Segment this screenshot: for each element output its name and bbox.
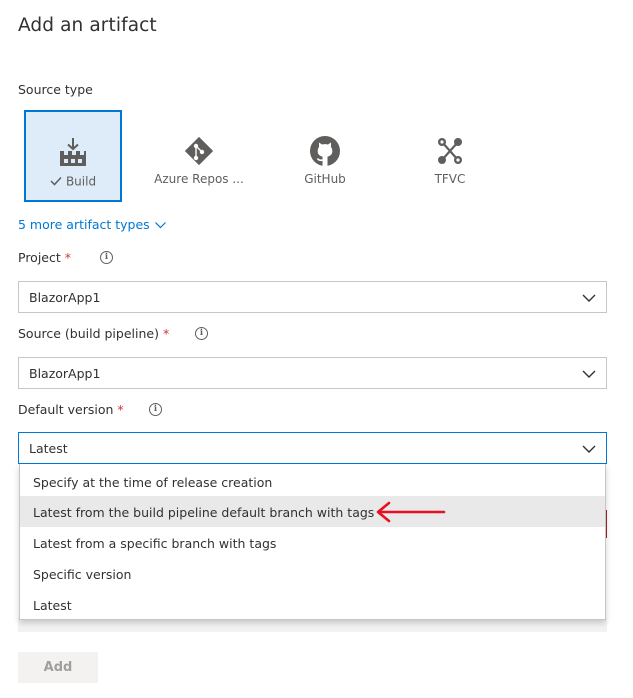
panel-title: Add an artifact — [18, 15, 157, 36]
tile-label-tfvc: TFVC — [434, 172, 466, 186]
required-marker: * — [162, 326, 170, 341]
dropdown-option-highlighted[interactable]: Latest from the build pipeline default b… — [20, 496, 605, 527]
dropdown-option[interactable]: Specify at the time of release creation — [20, 466, 605, 497]
more-artifact-types-label: 5 more artifact types — [18, 217, 150, 232]
info-icon[interactable]: i — [149, 403, 162, 416]
tfvc-icon — [401, 134, 499, 168]
dropdown-option[interactable]: Latest from a specific branch with tags — [20, 527, 605, 558]
source-type-label: Source type — [18, 82, 93, 97]
required-marker: * — [64, 250, 72, 265]
source-pipeline-label: Source (build pipeline) — [18, 326, 159, 341]
github-icon — [276, 134, 374, 168]
build-pipeline-icon — [26, 136, 120, 170]
tile-label-build: Build — [65, 174, 97, 189]
chevron-down-icon — [582, 367, 596, 382]
default-version-select[interactable]: Latest — [18, 432, 607, 464]
project-value: BlazorApp1 — [29, 290, 101, 305]
source-type-tile-github[interactable]: GitHub — [276, 110, 374, 202]
info-icon[interactable]: i — [100, 251, 113, 264]
source-pipeline-select[interactable]: BlazorApp1 — [18, 357, 607, 389]
add-button[interactable]: Add — [18, 652, 98, 683]
source-pipeline-value: BlazorApp1 — [29, 366, 101, 381]
dropdown-option[interactable]: Specific version — [20, 558, 605, 589]
required-marker: * — [117, 402, 124, 417]
chevron-down-icon — [154, 217, 166, 232]
dropdown-option[interactable]: Latest — [20, 589, 605, 620]
chevron-down-icon — [582, 442, 596, 457]
project-label: Project — [18, 250, 61, 265]
azure-repos-icon — [150, 134, 248, 168]
source-type-tile-tfvc[interactable]: TFVC — [401, 110, 499, 202]
check-icon — [50, 175, 62, 189]
project-select[interactable]: BlazorApp1 — [18, 281, 607, 313]
default-version-label: Default version — [18, 402, 114, 417]
default-version-dropdown: Specify at the time of release creation … — [19, 464, 606, 620]
more-artifact-types-link[interactable]: 5 more artifact types — [18, 217, 166, 232]
default-version-value: Latest — [29, 441, 68, 456]
source-type-tile-azure-repos[interactable]: Azure Repos ... — [150, 110, 248, 202]
tile-label-github: GitHub — [304, 172, 346, 186]
chevron-down-icon — [582, 291, 596, 306]
source-type-tile-build[interactable]: Build — [24, 110, 122, 202]
annotation-arrow-icon — [374, 501, 446, 527]
obscured-field-background — [18, 618, 607, 632]
tile-label-azure-repos: Azure Repos ... — [154, 172, 244, 186]
info-icon[interactable]: i — [195, 327, 208, 340]
